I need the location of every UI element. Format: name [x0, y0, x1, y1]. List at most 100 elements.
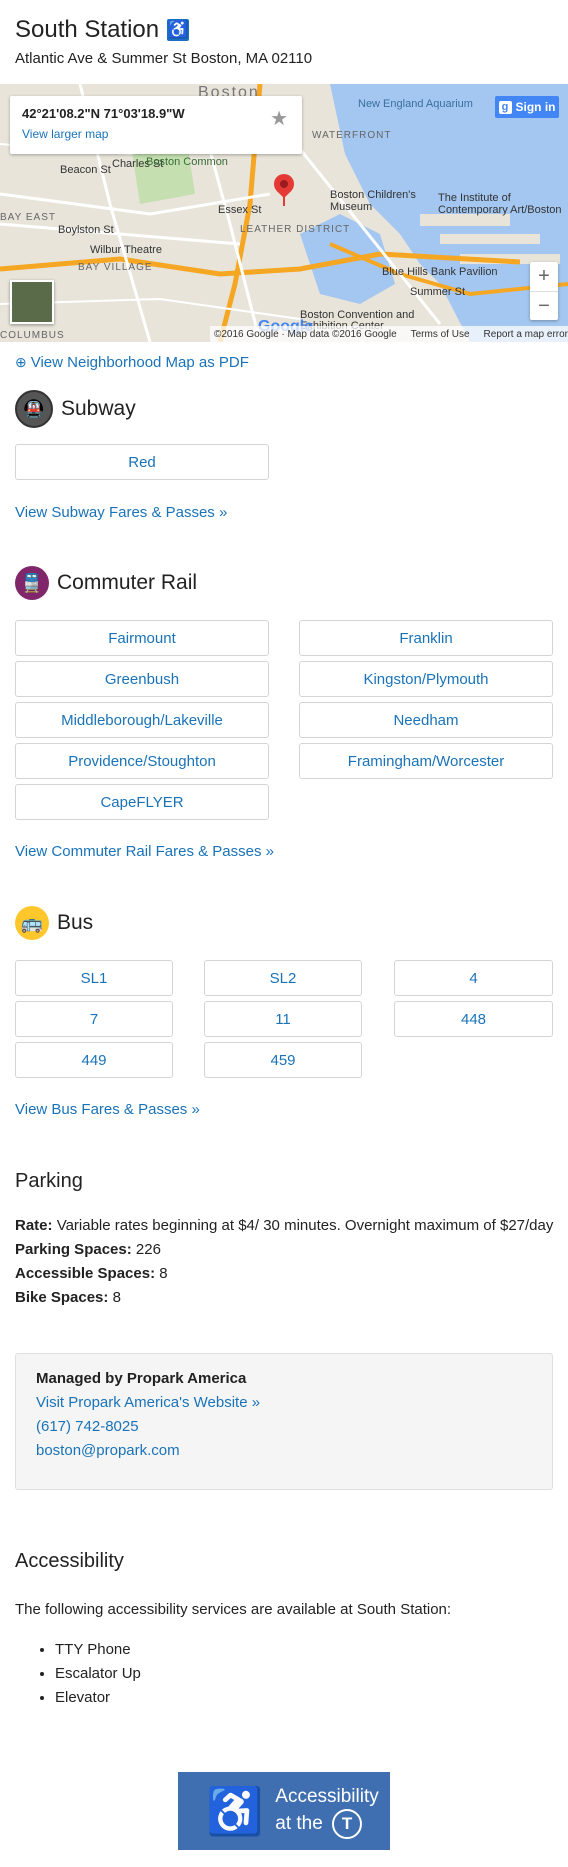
- train-icon: 🚆: [15, 566, 49, 600]
- manager-email-link[interactable]: boston@propark.com: [36, 1439, 532, 1463]
- station-header: South Station ♿ Atlantic Ave & Summer St…: [0, 0, 568, 67]
- map-signin-button[interactable]: g Sign in: [495, 96, 559, 118]
- map-footer: ©2016 Google · Map data ©2016 Google Ter…: [210, 326, 568, 342]
- accessibility-logo-line2: at the T: [275, 1808, 378, 1839]
- map-label-essex-st: Essex St: [218, 204, 262, 216]
- accessibility-logo-line1: Accessibility: [275, 1785, 379, 1807]
- map-report-link[interactable]: Report a map error: [484, 329, 568, 340]
- parking-rate: Rate: Variable rates beginning at $4/ 30…: [15, 1214, 555, 1238]
- station-name: South Station: [15, 16, 160, 43]
- subway-fares-link[interactable]: View Subway Fares & Passes »: [15, 504, 227, 521]
- accessibility-item: TTY Phone: [55, 1638, 141, 1662]
- commuter-rail-heading: 🚆 Commuter Rail: [15, 566, 197, 600]
- neighborhood-pdf-label: View Neighborhood Map as PDF: [30, 354, 249, 371]
- manager-website-link[interactable]: Visit Propark America's Website »: [36, 1391, 532, 1415]
- map-label-boylston-st: Boylston St: [58, 224, 114, 236]
- parking-spaces-value: 226: [135, 1241, 161, 1258]
- wheelchair-icon: ♿: [206, 1784, 264, 1837]
- view-larger-map-link[interactable]: View larger map: [22, 127, 108, 141]
- map-terms-link[interactable]: Terms of Use: [411, 329, 470, 340]
- bike-spaces-label: Bike Spaces:: [15, 1289, 109, 1306]
- accessibility-list: TTY Phone Escalator Up Elevator: [15, 1638, 141, 1710]
- accessibility-at-the-t-logo[interactable]: ♿ Accessibility at the T: [178, 1772, 390, 1850]
- accessible-spaces-value: 8: [159, 1265, 168, 1282]
- bus-heading-label: Bus: [57, 911, 94, 934]
- satellite-toggle[interactable]: [10, 280, 54, 324]
- zoom-out-button[interactable]: −: [530, 292, 558, 321]
- parking-manager: Managed by Propark America: [36, 1370, 247, 1387]
- route-button-greenbush[interactable]: Greenbush: [15, 661, 269, 697]
- route-button-providence-stoughton[interactable]: Providence/Stoughton: [15, 743, 269, 779]
- subway-heading: 🚇 Subway: [15, 390, 136, 428]
- map-label-bay-village: BAY VILLAGE: [78, 262, 153, 273]
- commuter-rail-heading-label: Commuter Rail: [57, 571, 198, 594]
- accessibility-heading: Accessibility: [15, 1550, 124, 1572]
- bus-icon: 🚌: [15, 906, 49, 940]
- zoom-in-button[interactable]: +: [530, 262, 558, 292]
- zoom-magnifier-icon: ⊕: [15, 354, 27, 370]
- commuter-rail-fares-link[interactable]: View Commuter Rail Fares & Passes »: [15, 843, 274, 860]
- wheelchair-icon: ♿: [167, 19, 190, 41]
- route-button-fairmount[interactable]: Fairmount: [15, 620, 269, 656]
- bus-fares-link[interactable]: View Bus Fares & Passes »: [15, 1101, 200, 1118]
- route-button-franklin[interactable]: Franklin: [299, 620, 553, 656]
- accessibility-intro: The following accessibility services are…: [15, 1601, 452, 1618]
- map-label-waterfront: WATERFRONT: [312, 130, 392, 141]
- route-button-7[interactable]: 7: [15, 1001, 173, 1037]
- route-button-sl1[interactable]: SL1: [15, 960, 173, 996]
- route-button-sl2[interactable]: SL2: [204, 960, 362, 996]
- map-label-leather-district: LEATHER DISTRICT: [240, 224, 351, 235]
- accessible-spaces: Accessible Spaces: 8: [15, 1262, 555, 1286]
- map-marker-stem: [283, 192, 285, 206]
- route-button-11[interactable]: 11: [204, 1001, 362, 1037]
- signin-label: Sign in: [515, 100, 556, 114]
- subway-icon: 🚇: [15, 390, 53, 428]
- bus-heading: 🚌 Bus: [15, 906, 93, 940]
- accessibility-item: Elevator: [55, 1686, 141, 1710]
- parking-spaces-label: Parking Spaces:: [15, 1241, 132, 1258]
- map-label-beacon-st: Beacon St: [60, 164, 111, 176]
- accessibility-logo-text: Accessibility at the T: [275, 1784, 379, 1839]
- map-place-card: 42°21'08.2"N 71°03'18.9"W View larger ma…: [10, 96, 302, 154]
- route-button-459[interactable]: 459: [204, 1042, 362, 1078]
- route-button-4[interactable]: 4: [394, 960, 553, 996]
- manager-phone-link[interactable]: (617) 742-8025: [36, 1415, 532, 1439]
- bike-spaces: Bike Spaces: 8: [15, 1286, 555, 1310]
- station-map[interactable]: Boston New England Aquarium WATERFRONT B…: [0, 84, 568, 342]
- map-label-bay-east: BAY EAST: [0, 212, 56, 223]
- parking-rate-value: Variable rates beginning at $4/ 30 minut…: [56, 1217, 554, 1234]
- map-coordinates: 42°21'08.2"N 71°03'18.9"W: [22, 106, 185, 121]
- map-label-childrens-museum: Boston Children's Museum: [330, 189, 416, 213]
- route-button-448[interactable]: 448: [394, 1001, 553, 1037]
- map-label-ica: The Institute of Contemporary Art/Boston: [438, 192, 562, 216]
- station-address: Atlantic Ave & Summer St Boston, MA 0211…: [15, 50, 313, 67]
- map-label-wilbur: Wilbur Theatre: [90, 244, 162, 256]
- map-attribution: ©2016 Google · Map data ©2016 Google: [214, 328, 397, 340]
- map-zoom-control: + −: [530, 262, 558, 320]
- page-title: South Station ♿: [15, 12, 553, 48]
- map-label-blue-hills: Blue Hills Bank Pavilion: [382, 266, 498, 278]
- parking-heading: Parking: [15, 1170, 83, 1192]
- neighborhood-pdf-link[interactable]: ⊕ View Neighborhood Map as PDF: [15, 354, 249, 371]
- map-label-boston-common: Boston Common: [146, 156, 228, 168]
- bike-spaces-value: 8: [112, 1289, 121, 1306]
- route-button-needham[interactable]: Needham: [299, 702, 553, 738]
- parking-rate-label: Rate:: [15, 1217, 53, 1234]
- parking-info: Rate: Variable rates beginning at $4/ 30…: [15, 1214, 555, 1310]
- google-g-icon: g: [498, 100, 512, 114]
- station-page: South Station ♿ Atlantic Ave & Summer St…: [0, 0, 568, 1867]
- route-button-capeflyer[interactable]: CapeFLYER: [15, 784, 269, 820]
- route-button-449[interactable]: 449: [15, 1042, 173, 1078]
- route-button-kingston-plymouth[interactable]: Kingston/Plymouth: [299, 661, 553, 697]
- accessibility-logo-at-the: at the: [275, 1812, 323, 1834]
- parking-manager-box: Managed by Propark America Visit Propark…: [15, 1353, 553, 1490]
- parking-spaces: Parking Spaces: 226: [15, 1238, 555, 1262]
- mbta-t-icon: T: [332, 1808, 363, 1839]
- map-label-columbus: COLUMBUS: [0, 330, 65, 341]
- route-button-middleborough-lakeville[interactable]: Middleborough/Lakeville: [15, 702, 269, 738]
- accessibility-item: Escalator Up: [55, 1662, 141, 1686]
- route-button-framingham-worcester[interactable]: Framingham/Worcester: [299, 743, 553, 779]
- star-icon[interactable]: ★: [270, 106, 288, 131]
- accessible-spaces-label: Accessible Spaces:: [15, 1265, 156, 1282]
- route-button-red[interactable]: Red: [15, 444, 269, 480]
